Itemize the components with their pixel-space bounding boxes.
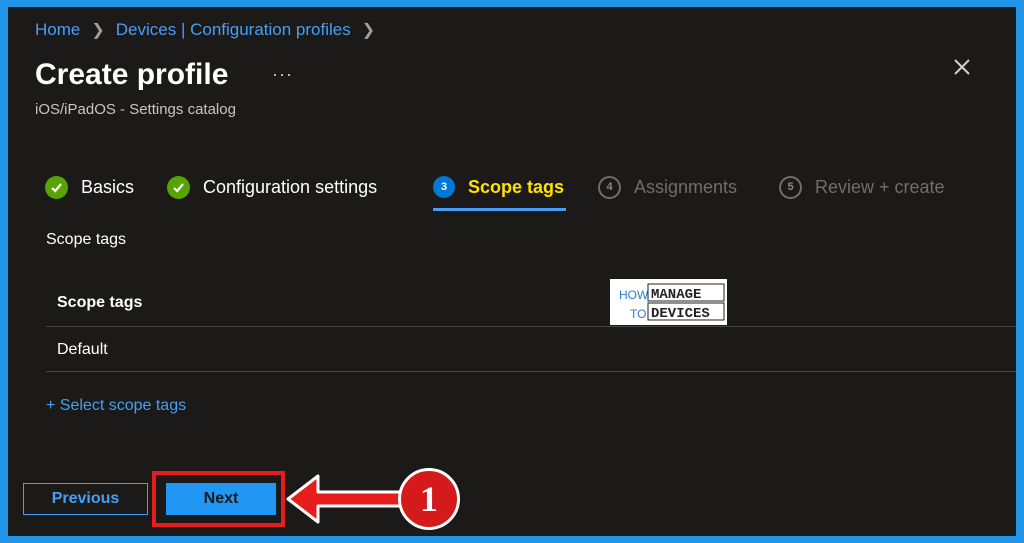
close-icon[interactable] bbox=[950, 55, 974, 79]
step-configuration-settings[interactable]: Configuration settings bbox=[167, 173, 377, 201]
table-row: Default bbox=[57, 341, 108, 358]
step-number: 5 bbox=[779, 175, 802, 199]
breadcrumb-home[interactable]: Home bbox=[35, 20, 80, 40]
create-profile-panel: Home ❯ Devices | Configuration profiles … bbox=[8, 7, 1016, 536]
watermark-text: TO bbox=[630, 307, 646, 321]
previous-button[interactable]: Previous bbox=[23, 483, 148, 515]
step-review-create[interactable]: 5 Review + create bbox=[779, 173, 945, 201]
checkmark-circle-icon bbox=[45, 175, 68, 199]
next-button[interactable]: Next bbox=[166, 483, 276, 515]
step-badge: 1 bbox=[398, 468, 460, 530]
step-label: Assignments bbox=[634, 176, 738, 197]
step-number: 4 bbox=[598, 175, 621, 199]
step-scope-tags[interactable]: 3 Scope tags bbox=[433, 173, 564, 201]
breadcrumb: Home ❯ Devices | Configuration profiles … bbox=[35, 20, 386, 40]
table-divider bbox=[46, 371, 1016, 372]
breadcrumb-devices[interactable]: Devices | Configuration profiles bbox=[116, 20, 351, 40]
checkmark-circle-icon bbox=[167, 175, 190, 199]
watermark-logo: HOW MANAGE TO DEVICES bbox=[610, 279, 727, 325]
watermark-text: MANAGE bbox=[651, 287, 701, 303]
step-label: Basics bbox=[81, 176, 135, 197]
step-basics[interactable]: Basics bbox=[45, 173, 134, 201]
active-step-indicator bbox=[433, 208, 566, 211]
chevron-right-icon: ❯ bbox=[91, 22, 105, 39]
chevron-right-icon: ❯ bbox=[361, 22, 376, 39]
watermark-text: HOW bbox=[619, 288, 649, 302]
step-assignments[interactable]: 4 Assignments bbox=[598, 173, 737, 201]
table-divider bbox=[46, 326, 1016, 327]
more-options-button[interactable]: ··· bbox=[272, 64, 293, 85]
page-subtitle: iOS/iPadOS - Settings catalog bbox=[35, 101, 236, 118]
step-label: Review + create bbox=[815, 176, 945, 197]
page-title: Create profile bbox=[35, 58, 229, 91]
step-label: Configuration settings bbox=[203, 176, 378, 197]
section-label: Scope tags bbox=[46, 231, 127, 248]
select-scope-tags-link[interactable]: + Select scope tags bbox=[46, 397, 186, 415]
step-label: Scope tags bbox=[468, 176, 565, 197]
watermark-text: DEVICES bbox=[651, 306, 710, 322]
table-header-scope-tags: Scope tags bbox=[57, 294, 143, 311]
step-number: 3 bbox=[433, 176, 455, 198]
